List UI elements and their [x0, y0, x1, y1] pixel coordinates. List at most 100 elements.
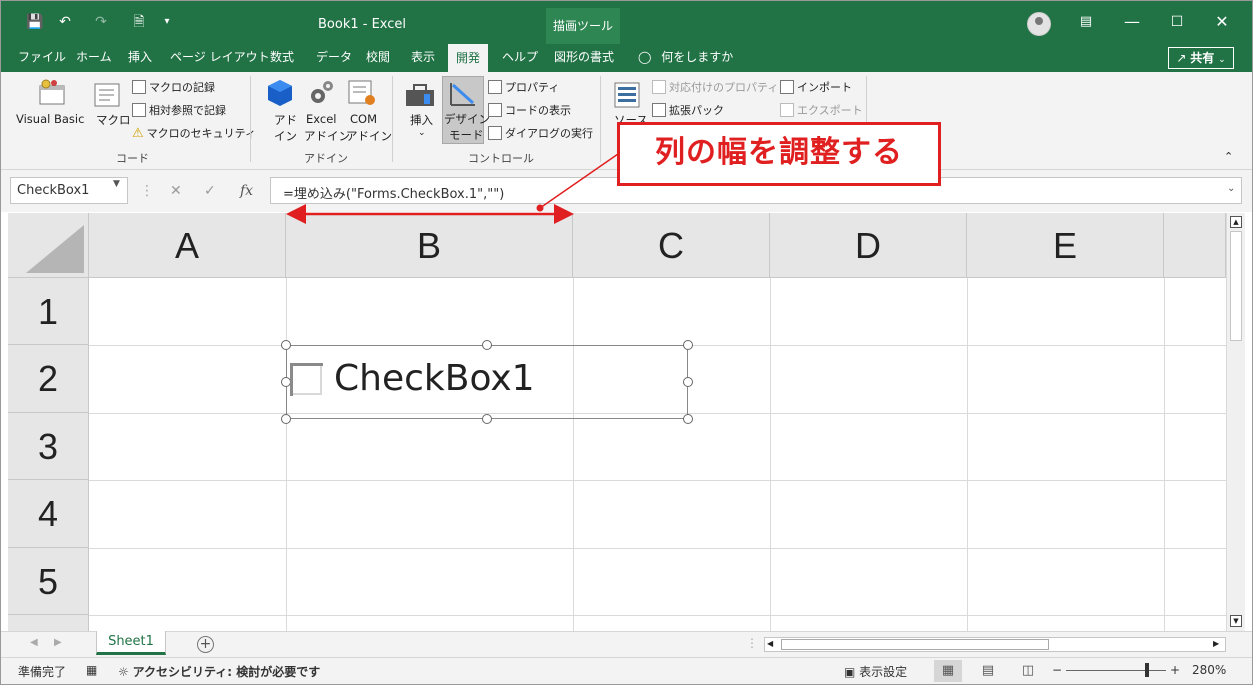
tab-page-layout[interactable]: ページ レイアウト	[170, 44, 270, 72]
zoom-level[interactable]: 280%	[1192, 663, 1226, 677]
row-header-6-partial[interactable]	[8, 615, 89, 631]
map-properties-icon	[652, 80, 666, 94]
checkbox-square[interactable]	[290, 363, 323, 396]
resize-handle[interactable]	[482, 340, 492, 350]
column-header-a[interactable]: A	[89, 213, 286, 278]
view-code-icon	[488, 103, 502, 117]
resize-handle[interactable]	[281, 340, 291, 350]
horizontal-scroll-thumb[interactable]	[781, 639, 1049, 650]
map-properties-button[interactable]: 対応付けのプロパティ	[652, 79, 778, 95]
run-dialog-button[interactable]: ダイアログの実行	[488, 125, 593, 141]
tell-me-label: 何をしますか	[661, 50, 734, 64]
enter-icon[interactable]: ✓	[204, 183, 216, 199]
resize-handle[interactable]	[482, 414, 492, 424]
display-settings-button[interactable]: ▣ 表示設定	[844, 663, 907, 680]
sheet-prev-icon[interactable]: ◀	[30, 637, 38, 648]
page-break-view-icon[interactable]: ◫	[1014, 660, 1042, 682]
tab-file[interactable]: ファイル	[18, 44, 66, 72]
account-avatar[interactable]	[1027, 12, 1051, 36]
cancel-icon[interactable]: ✕	[170, 183, 182, 199]
scroll-right-icon[interactable]: ▶	[1213, 639, 1219, 648]
row-header-3[interactable]: 3	[8, 413, 89, 480]
tab-data[interactable]: データ	[316, 44, 352, 72]
import-icon	[780, 80, 794, 94]
horizontal-scrollbar[interactable]: ◀ ▶	[764, 637, 1226, 652]
macro-security-button[interactable]: ⚠ マクロのセキュリティ	[132, 125, 256, 141]
sheet-next-icon[interactable]: ▶	[54, 637, 62, 648]
maximize-icon[interactable]: ☐	[1163, 10, 1191, 34]
relative-reference-button[interactable]: 相対参照で記録	[132, 102, 226, 118]
insert-function-icon[interactable]: fx	[240, 183, 253, 199]
row-header-5[interactable]: 5	[8, 548, 89, 615]
column-header-b[interactable]: B	[286, 213, 573, 278]
tab-view[interactable]: 表示	[411, 44, 435, 72]
resize-handle[interactable]	[683, 414, 693, 424]
tab-review[interactable]: 校閲	[366, 44, 390, 72]
collapse-ribbon-icon[interactable]: ⌃	[1224, 150, 1233, 163]
scroll-down-icon[interactable]: ▼	[1230, 615, 1242, 627]
zoom-slider-thumb[interactable]	[1145, 663, 1149, 677]
ribbon-display-options-icon[interactable]: ▤	[1072, 10, 1100, 34]
print-preview-icon[interactable]: 🗎	[130, 13, 148, 31]
visual-basic-label: Visual Basic	[16, 112, 85, 126]
relative-reference-icon	[132, 103, 146, 117]
expansion-pack-icon	[652, 103, 666, 117]
macro-recording-icon[interactable]: ▦	[86, 663, 97, 677]
lightbulb-icon: ◯	[638, 50, 652, 64]
column-header-d[interactable]: D	[770, 213, 967, 278]
column-header-e[interactable]: E	[967, 213, 1164, 278]
gridline	[89, 480, 1226, 481]
tab-help[interactable]: ヘルプ	[502, 44, 538, 72]
customize-qat-icon[interactable]: ▾	[158, 13, 176, 31]
chevron-down-icon[interactable]: ▼	[113, 179, 120, 189]
column-header-c[interactable]: C	[573, 213, 770, 278]
checkbox-label[interactable]: CheckBox1	[334, 358, 535, 399]
share-button[interactable]: ↗ 共有 ⌄	[1168, 47, 1234, 69]
tab-home[interactable]: ホーム	[76, 44, 112, 72]
tell-me-search[interactable]: ◯ 何をしますか	[638, 44, 733, 72]
view-code-button[interactable]: コードの表示	[488, 102, 571, 118]
zoom-slider[interactable]	[1066, 670, 1166, 671]
undo-icon[interactable]: ↶	[56, 13, 74, 31]
row-header-2[interactable]: 2	[8, 345, 89, 413]
resize-handle[interactable]	[683, 377, 693, 387]
status-bar: 準備完了 ▦ ☼ アクセシビリティ: 検討が必要です ▣ 表示設定 ▦ ▤ ◫ …	[0, 657, 1253, 685]
page-layout-view-icon[interactable]: ▤	[974, 660, 1002, 682]
save-icon[interactable]: 💾	[26, 13, 44, 31]
vertical-scrollbar[interactable]: ▲ ▼	[1226, 213, 1245, 631]
tab-shape-format[interactable]: 図形の書式	[554, 44, 614, 72]
properties-button[interactable]: プロパティ	[488, 79, 559, 95]
resize-handle[interactable]	[683, 340, 693, 350]
tab-insert[interactable]: 挿入	[128, 44, 152, 72]
import-button[interactable]: インポート	[780, 79, 852, 95]
redo-icon[interactable]: ↷	[92, 13, 110, 31]
zoom-out-icon[interactable]: −	[1052, 663, 1062, 677]
resize-handle[interactable]	[281, 414, 291, 424]
tab-formulas[interactable]: 数式	[270, 44, 294, 72]
splitter-icon[interactable]: ⋮	[746, 636, 758, 650]
record-macro-button[interactable]: マクロの記録	[132, 79, 215, 95]
row-header-4[interactable]: 4	[8, 480, 89, 548]
export-button[interactable]: エクスポート	[780, 102, 863, 118]
scroll-left-icon[interactable]: ◀	[767, 639, 773, 648]
scroll-up-icon[interactable]: ▲	[1230, 216, 1242, 228]
chevron-down-icon: ⌄	[1218, 55, 1226, 65]
expand-formula-bar-icon[interactable]: ⌄	[1227, 183, 1235, 194]
column-header-f-partial[interactable]	[1164, 213, 1226, 278]
minimize-icon[interactable]: —	[1118, 10, 1146, 34]
select-all-corner[interactable]	[8, 213, 89, 278]
design-mode-button[interactable]: デザイン モード	[442, 76, 490, 144]
expansion-pack-button[interactable]: 拡張パック	[652, 102, 724, 118]
accessibility-status[interactable]: ☼ アクセシビリティ: 検討が必要です	[118, 663, 320, 680]
xml-source-icon	[614, 82, 640, 108]
add-sheet-icon[interactable]: +	[197, 636, 214, 653]
name-box[interactable]: CheckBox1	[10, 177, 128, 204]
tab-developer[interactable]: 開発	[448, 44, 489, 72]
display-settings-label: 表示設定	[859, 665, 908, 679]
close-icon[interactable]: ✕	[1208, 10, 1236, 34]
normal-view-icon[interactable]: ▦	[934, 660, 962, 682]
zoom-in-icon[interactable]: +	[1170, 663, 1180, 677]
row-header-1[interactable]: 1	[8, 278, 89, 345]
vertical-scroll-thumb[interactable]	[1230, 231, 1242, 341]
sheet-tab-sheet1[interactable]: Sheet1	[96, 631, 166, 655]
